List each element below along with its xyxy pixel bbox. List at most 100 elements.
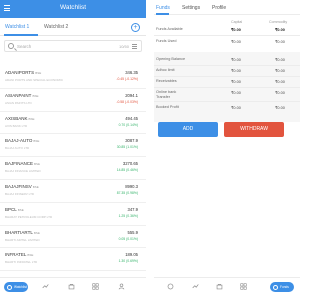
apps-grid-icon[interactable] [240,283,247,290]
row-label: Opening Balance [156,57,186,61]
watchlist-tabs: Watchlist 1 Watchlist 2 + [0,18,146,36]
commodity-value: ₹0.00 [275,91,285,95]
list-item[interactable]: BAJAJFINSVBSE BAJAJ FINSERV LTD 8990.3 8… [0,180,146,203]
tab-watchlist-1[interactable]: Watchlist 1 [5,24,29,30]
portfolio-icon[interactable] [216,283,223,290]
change: 87.35 (0.98%) [116,190,138,195]
profile-icon [273,284,278,290]
company-name: BHARTI INFRATEL LTD [5,260,38,265]
capital-value: ₹0.00 [231,91,241,95]
price: 346.35 [125,70,138,75]
divider [154,65,300,66]
tab-profile[interactable]: Profile [212,5,226,11]
tab-watchlist-2[interactable]: Watchlist 2 [44,24,68,30]
price: 189.05 [125,252,138,258]
active-tab-indicator [4,34,38,36]
row-label: Adhoc limit [156,68,175,72]
symbol: ADANIPORTSBSE [5,70,42,75]
funds-screen: Funds Settings Profile Capital Commodity… [154,0,300,295]
divider [154,76,300,77]
tab-funds[interactable]: Funds [156,5,170,11]
nav-active-label: Funds [280,285,289,289]
change: -0.45 (-0.12%) [116,77,138,81]
list-item[interactable]: AXISBANKBSE AXIS BANK LTD 494.45 0.70 (0… [0,112,146,135]
company-name: BAJAJ AUTO LTD [5,146,30,151]
capital-column-header: Capital [231,20,243,24]
row-label: Online bank Transfer [156,90,177,99]
bottom-navigation: Funds [154,277,300,295]
symbol: BPCLBSE [5,206,24,212]
change: -0.58 (-0.03%) [116,99,138,104]
list-item[interactable]: INFRATELBSE BHARTI INFRATEL LTD 189.05 1… [0,248,146,272]
company-name: BAJAJ FINSERV LTD [5,191,35,196]
row-label: Funds Used [156,39,177,43]
capital-value: ₹0.00 [231,58,241,62]
list-item[interactable]: BAJAJ-AUTOBSE BAJAJ AUTO LTD 3087.9 30.8… [0,134,146,158]
search-icon [8,43,14,49]
apps-grid-icon[interactable] [92,283,99,290]
orders-icon[interactable] [192,283,199,290]
watchlist-title: Watchlist [59,4,87,11]
symbol: BAJAJ-AUTOBSE [5,138,40,144]
funds-tabs: Funds Settings Profile [154,0,300,15]
tab-settings[interactable]: Settings [182,5,200,11]
divider [154,101,300,102]
symbol: BHARTIARTLBSE [5,229,40,235]
list-item[interactable]: BPCLBSE BHARAT PETROLEUM CORP LTD 347.9 … [0,203,146,226]
bottom-navigation: Watchlist [0,277,146,295]
symbol: BAJAJFINSVBSE [5,183,39,189]
price: 3270.65 [122,161,138,167]
commodity-value: ₹0.00 [275,58,285,62]
bookmark-icon [7,284,12,290]
list-item[interactable]: BHARTIARTLBSE BHARTI AIRTEL LIMITED 555.… [0,226,146,249]
add-watchlist-icon[interactable]: + [131,23,140,32]
commodity-value: ₹0.00 [275,106,285,110]
profile-icon[interactable] [118,283,125,290]
search-placeholder: Search [17,44,32,49]
commodity-value: ₹0.00 [275,40,285,44]
list-item[interactable]: ASIANPAINTBSE ASIAN PAINTS LTD 2094.1 -0… [0,89,146,112]
company-name: ADANI PORTS AND SPECIAL ECONOMIC [5,78,64,82]
price: 2094.1 [125,92,138,98]
withdraw-button[interactable]: WITHDRAW [224,122,284,137]
watchlist-header: Watchlist [0,0,146,18]
commodity-value: ₹0.00 [275,69,285,73]
search-input[interactable]: Search 10/50 [4,40,142,52]
divider [154,87,300,88]
watchlist-screen: Watchlist Watchlist 1 Watchlist 2 + Sear… [0,0,146,295]
nav-watchlist-button[interactable]: Watchlist [4,282,28,292]
change: 30.85 (1.01%) [116,145,138,150]
change: 1.25 (0.36%) [118,213,138,218]
company-name: BAJAJ FINANCE LIMITED [5,169,41,174]
price: 3087.9 [125,138,138,144]
capital-value: ₹0.00 [231,28,241,32]
capital-value: ₹0.00 [231,40,241,44]
bookmark-icon[interactable] [167,283,174,290]
funds-actions-section [154,112,300,122]
list-item[interactable]: ADANIPORTSBSE ADANI PORTS AND SPECIAL EC… [0,66,146,89]
commodity-column-header: Commodity [269,20,288,24]
portfolio-icon[interactable] [68,283,75,290]
orders-icon[interactable] [42,283,49,290]
price: 555.9 [127,229,138,235]
active-tab-indicator [156,13,169,15]
change: 14.85 (0.46%) [116,168,138,173]
change: 0.70 (0.14%) [118,122,138,127]
company-name: BHARTI AIRTEL LIMITED [5,237,40,242]
nav-funds-button[interactable]: Funds [270,282,294,292]
nav-active-label: Watchlist [14,285,27,289]
capital-value: ₹0.00 [231,69,241,73]
symbol: BAJFINANCEBSE [5,161,41,167]
company-name: BHARAT PETROLEUM CORP LTD [5,214,53,219]
capital-value: ₹0.00 [231,80,241,84]
price: 347.9 [127,206,138,212]
row-label: Booked Profit [156,105,179,109]
add-funds-button[interactable]: ADD [158,122,218,137]
filter-icon[interactable] [132,44,137,49]
list-item[interactable]: BAJFINANCEBSE BAJAJ FINANCE LIMITED 3270… [0,157,146,180]
symbol: INFRATELBSE [5,252,34,258]
change: 0.05 (0.01%) [118,236,138,241]
divider [154,35,300,36]
capital-value: ₹0.00 [231,106,241,110]
symbol: AXISBANKBSE [5,115,35,121]
